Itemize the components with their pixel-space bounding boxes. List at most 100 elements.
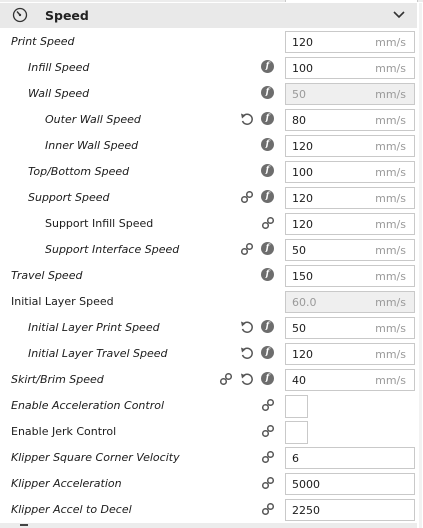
- klipper-accel-to-decel-input[interactable]: 2250: [285, 499, 415, 521]
- link-icon[interactable]: [240, 242, 254, 256]
- setting-label: Inner Wall Speed: [45, 139, 139, 152]
- enable-jerk-control-checkbox[interactable]: [285, 421, 308, 444]
- setting-row-print-speed: Print Speed 120 mm/s: [0, 29, 423, 55]
- setting-row-initial-layer-travel-speed: Initial Layer Travel Speed f 120 mm/s: [0, 341, 423, 367]
- field-value: 100: [292, 166, 313, 179]
- function-icon[interactable]: f: [261, 60, 274, 73]
- reset-icon[interactable]: [240, 346, 254, 360]
- setting-label: Initial Layer Print Speed: [28, 321, 160, 334]
- infill-speed-input[interactable]: 100 mm/s: [285, 57, 415, 79]
- setting-row-initial-layer-print-speed: Initial Layer Print Speed f 50 mm/s: [0, 315, 423, 341]
- setting-row-support-infill-speed: Support Infill Speed 120 mm/s: [0, 211, 423, 237]
- field-value: 6: [292, 452, 299, 465]
- setting-row-support-interface-speed: Support Interface Speed f 50 mm/s: [0, 237, 423, 263]
- link-icon[interactable]: [261, 216, 275, 230]
- link-icon[interactable]: [261, 398, 275, 412]
- function-icon[interactable]: f: [261, 86, 274, 99]
- function-icon[interactable]: f: [261, 112, 274, 125]
- field-unit: mm/s: [375, 140, 406, 153]
- setting-label: Top/Bottom Speed: [28, 165, 130, 178]
- field-value: 120: [292, 192, 313, 205]
- function-icon[interactable]: f: [261, 138, 274, 151]
- field-value: 5000: [292, 478, 320, 491]
- klipper-square-corner-velocity-input[interactable]: 6: [285, 447, 415, 469]
- field-value: 50: [292, 88, 306, 101]
- setting-label: Skirt/Brim Speed: [11, 373, 104, 386]
- print-speed-input[interactable]: 120 mm/s: [285, 31, 415, 53]
- field-unit: mm/s: [375, 244, 406, 257]
- initial-layer-travel-speed-input[interactable]: 120 mm/s: [285, 343, 415, 365]
- travel-speed-input[interactable]: 150 mm/s: [285, 265, 415, 287]
- field-unit: mm/s: [375, 270, 406, 283]
- field-unit: mm/s: [375, 36, 406, 49]
- setting-label: Print Speed: [11, 35, 75, 48]
- setting-row-initial-layer-speed: Initial Layer Speed 60.0 mm/s: [0, 289, 423, 315]
- reset-icon[interactable]: [240, 112, 254, 126]
- function-icon[interactable]: f: [261, 320, 274, 333]
- field-value: 120: [292, 348, 313, 361]
- link-icon[interactable]: [261, 424, 275, 438]
- field-value: 50: [292, 244, 306, 257]
- field-value: 120: [292, 36, 313, 49]
- link-icon[interactable]: [261, 502, 275, 516]
- link-icon[interactable]: [219, 372, 233, 386]
- reset-icon[interactable]: [240, 372, 254, 386]
- category-header-speed[interactable]: Speed: [0, 3, 417, 28]
- chevron-down-icon[interactable]: [392, 10, 406, 20]
- next-category-icon: [20, 524, 28, 526]
- setting-row-outer-wall-speed: Outer Wall Speed f 80 mm/s: [0, 107, 423, 133]
- setting-label: Enable Jerk Control: [11, 425, 117, 438]
- klipper-acceleration-input[interactable]: 5000: [285, 473, 415, 495]
- field-value: 40: [292, 374, 306, 387]
- field-unit: mm/s: [375, 114, 406, 127]
- field-unit: mm/s: [375, 88, 406, 101]
- field-value: 120: [292, 218, 313, 231]
- field-value: 100: [292, 62, 313, 75]
- link-icon[interactable]: [240, 190, 254, 204]
- inner-wall-speed-input[interactable]: 120 mm/s: [285, 135, 415, 157]
- setting-row-wall-speed: Wall Speed f 50 mm/s: [0, 81, 423, 107]
- scrollbar[interactable]: [419, 3, 422, 528]
- field-value: 50: [292, 322, 306, 335]
- function-icon[interactable]: f: [261, 372, 274, 385]
- field-unit: mm/s: [375, 62, 406, 75]
- category-title: Speed: [45, 8, 89, 23]
- function-icon[interactable]: f: [261, 268, 274, 281]
- setting-label: Wall Speed: [28, 87, 90, 100]
- setting-row-klipper-square-corner-velocity: Klipper Square Corner Velocity 6: [0, 445, 423, 471]
- function-icon[interactable]: f: [261, 242, 274, 255]
- function-icon[interactable]: f: [261, 190, 274, 203]
- support-speed-input[interactable]: 120 mm/s: [285, 187, 415, 209]
- setting-label: Outer Wall Speed: [45, 113, 141, 126]
- function-icon[interactable]: f: [261, 164, 274, 177]
- setting-row-inner-wall-speed: Inner Wall Speed f 120 mm/s: [0, 133, 423, 159]
- initial-layer-speed-input: 60.0 mm/s: [285, 291, 415, 313]
- initial-layer-print-speed-input[interactable]: 50 mm/s: [285, 317, 415, 339]
- setting-row-top-bottom-speed: Top/Bottom Speed f 100 mm/s: [0, 159, 423, 185]
- field-unit: mm/s: [375, 166, 406, 179]
- reset-icon[interactable]: [240, 320, 254, 334]
- setting-label: Initial Layer Speed: [11, 295, 114, 308]
- outer-wall-speed-input[interactable]: 80 mm/s: [285, 109, 415, 131]
- setting-label: Support Infill Speed: [45, 217, 154, 230]
- field-value: 60.0: [292, 296, 317, 309]
- support-interface-speed-input[interactable]: 50 mm/s: [285, 239, 415, 261]
- top-bottom-speed-input[interactable]: 100 mm/s: [285, 161, 415, 183]
- function-icon[interactable]: f: [261, 346, 274, 359]
- field-unit: mm/s: [375, 348, 406, 361]
- support-infill-speed-input[interactable]: 120 mm/s: [285, 213, 415, 235]
- skirt-brim-speed-input[interactable]: 40 mm/s: [285, 369, 415, 391]
- enable-acceleration-control-checkbox[interactable]: [285, 395, 308, 418]
- setting-label: Klipper Acceleration: [11, 477, 122, 490]
- link-icon[interactable]: [261, 450, 275, 464]
- setting-row-travel-speed: Travel Speed f 150 mm/s: [0, 263, 423, 289]
- link-icon[interactable]: [261, 476, 275, 490]
- setting-row-enable-acceleration-control: Enable Acceleration Control: [0, 393, 423, 419]
- field-value: 150: [292, 270, 313, 283]
- field-value: 80: [292, 114, 306, 127]
- field-unit: mm/s: [375, 374, 406, 387]
- setting-row-klipper-acceleration: Klipper Acceleration 5000: [0, 471, 423, 497]
- setting-label: Support Speed: [28, 191, 110, 204]
- field-unit: mm/s: [375, 192, 406, 205]
- field-value: 2250: [292, 504, 320, 517]
